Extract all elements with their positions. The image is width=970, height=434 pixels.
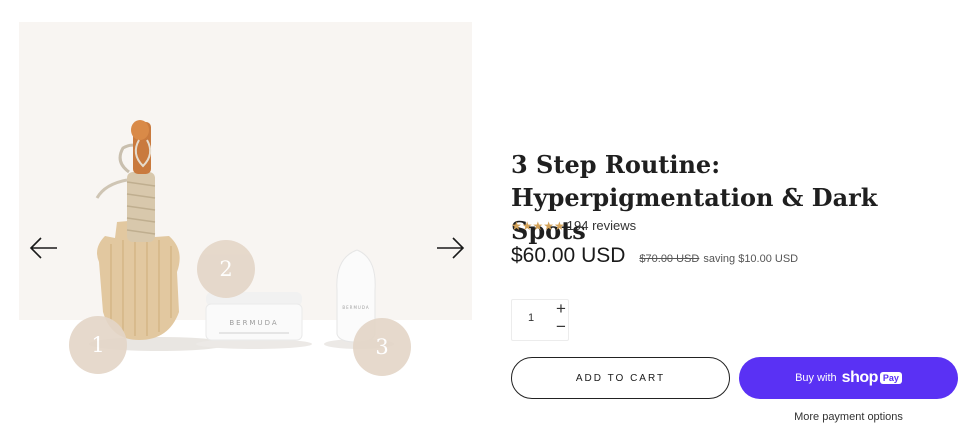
star-rating-icon: ★★★★★ xyxy=(511,218,565,233)
pay-pill-logo: Pay xyxy=(879,372,902,384)
compare-at-price: $70.00 USD xyxy=(639,253,700,265)
arrow-left-icon xyxy=(29,237,57,259)
more-payment-options-link[interactable]: More payment options xyxy=(739,411,958,423)
product-info: 3 Step Routine: Hyperpigmentation & Dark… xyxy=(511,0,961,434)
bottle-brand: BERMUDA xyxy=(342,305,369,310)
shop-pay-prefix: Buy with xyxy=(795,372,837,384)
sale-price: $60.00 USD xyxy=(511,244,626,267)
cream-jar: BERMUDA xyxy=(205,292,303,341)
shop-logo: shop xyxy=(841,369,879,386)
step-badge-1: 1 xyxy=(69,316,127,374)
dry-brush xyxy=(95,120,180,340)
shop-pay-button[interactable]: Buy with shop Pay xyxy=(739,357,958,399)
product-rating: ★★★★★ 194 reviews xyxy=(511,218,636,233)
price-row: $60.00 USD $70.00 USD saving $10.00 USD xyxy=(511,244,798,268)
reviews-link[interactable]: 194 reviews xyxy=(567,218,636,233)
saving-label: saving $10.00 USD xyxy=(703,253,799,265)
product-gallery: BERMUDA BERMUDA 1 2 3 xyxy=(19,22,472,434)
quantity-stepper: 1 + − xyxy=(511,299,569,341)
jar-brand: BERMUDA xyxy=(229,319,278,327)
arrow-right-icon xyxy=(437,237,465,259)
step-badge-3: 3 xyxy=(353,318,411,376)
gallery-next-button[interactable] xyxy=(435,236,465,260)
add-to-cart-button[interactable]: ADD TO CART xyxy=(511,357,730,399)
gallery-prev-button[interactable] xyxy=(29,236,59,260)
quantity-increase-button[interactable]: + xyxy=(554,300,568,317)
quantity-decrease-button[interactable]: − xyxy=(554,318,568,335)
quantity-input[interactable]: 1 xyxy=(512,312,550,324)
step-badge-2: 2 xyxy=(197,240,255,298)
